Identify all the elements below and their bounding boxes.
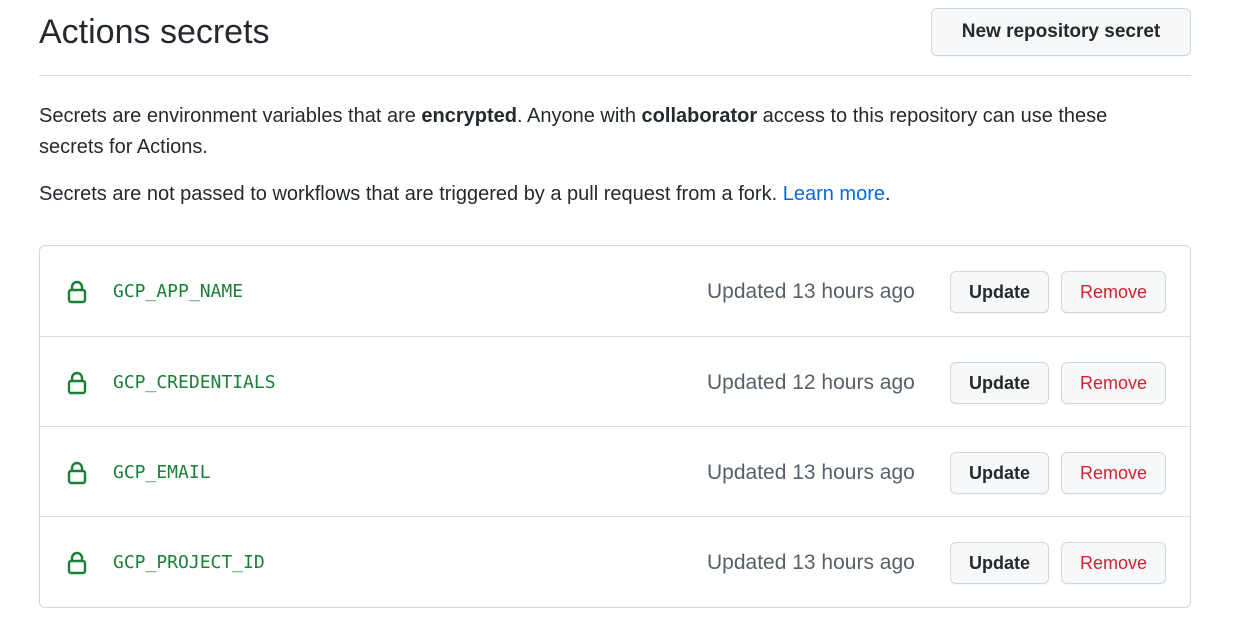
page-title: Actions secrets bbox=[39, 13, 270, 51]
actions-secrets-page: Actions secrets New repository secret Se… bbox=[0, 0, 1237, 640]
encrypted-emphasis: encrypted bbox=[421, 105, 518, 127]
remove-secret-button[interactable]: Remove bbox=[1061, 452, 1166, 494]
secret-updated-time: Updated 13 hours ago bbox=[707, 280, 915, 303]
secret-name: GCP_APP_NAME bbox=[113, 281, 244, 302]
remove-secret-button[interactable]: Remove bbox=[1061, 542, 1166, 584]
secret-row: GCP_EMAIL Updated 13 hours ago Update Re… bbox=[40, 426, 1190, 516]
collaborator-emphasis: collaborator bbox=[641, 105, 758, 127]
learn-more-link[interactable]: Learn more bbox=[783, 183, 885, 205]
update-secret-button[interactable]: Update bbox=[950, 271, 1049, 313]
update-secret-button[interactable]: Update bbox=[950, 452, 1049, 494]
update-secret-button[interactable]: Update bbox=[950, 362, 1049, 404]
lock-icon bbox=[67, 280, 87, 304]
secret-updated-time: Updated 13 hours ago bbox=[707, 461, 915, 484]
secret-row: GCP_APP_NAME Updated 13 hours ago Update… bbox=[40, 246, 1190, 336]
secrets-description: Secrets are environment variables that a… bbox=[39, 101, 1149, 163]
secret-updated-time: Updated 13 hours ago bbox=[707, 551, 915, 574]
secret-updated-time: Updated 12 hours ago bbox=[707, 371, 915, 394]
fork-notice-end: . bbox=[884, 183, 891, 205]
secret-name: GCP_CREDENTIALS bbox=[113, 372, 276, 393]
secret-row: GCP_CREDENTIALS Updated 12 hours ago Upd… bbox=[40, 336, 1190, 426]
remove-secret-button[interactable]: Remove bbox=[1061, 362, 1166, 404]
lock-icon bbox=[67, 551, 87, 575]
desc-text: . Anyone with bbox=[517, 105, 642, 127]
page-header: Actions secrets New repository secret bbox=[39, 0, 1191, 76]
lock-icon bbox=[67, 461, 87, 485]
fork-notice: Secrets are not passed to workflows that… bbox=[39, 179, 1149, 210]
remove-secret-button[interactable]: Remove bbox=[1061, 271, 1166, 313]
fork-notice-text: Secrets are not passed to workflows that… bbox=[39, 183, 783, 205]
secret-row: GCP_PROJECT_ID Updated 13 hours ago Upda… bbox=[40, 516, 1190, 606]
secret-name: GCP_EMAIL bbox=[113, 462, 211, 483]
lock-icon bbox=[67, 371, 87, 395]
desc-text: Secrets are environment variables that a… bbox=[39, 105, 422, 127]
secrets-list: GCP_APP_NAME Updated 13 hours ago Update… bbox=[39, 245, 1191, 608]
update-secret-button[interactable]: Update bbox=[950, 542, 1049, 584]
secret-name: GCP_PROJECT_ID bbox=[113, 552, 265, 573]
new-repository-secret-button[interactable]: New repository secret bbox=[931, 8, 1191, 56]
